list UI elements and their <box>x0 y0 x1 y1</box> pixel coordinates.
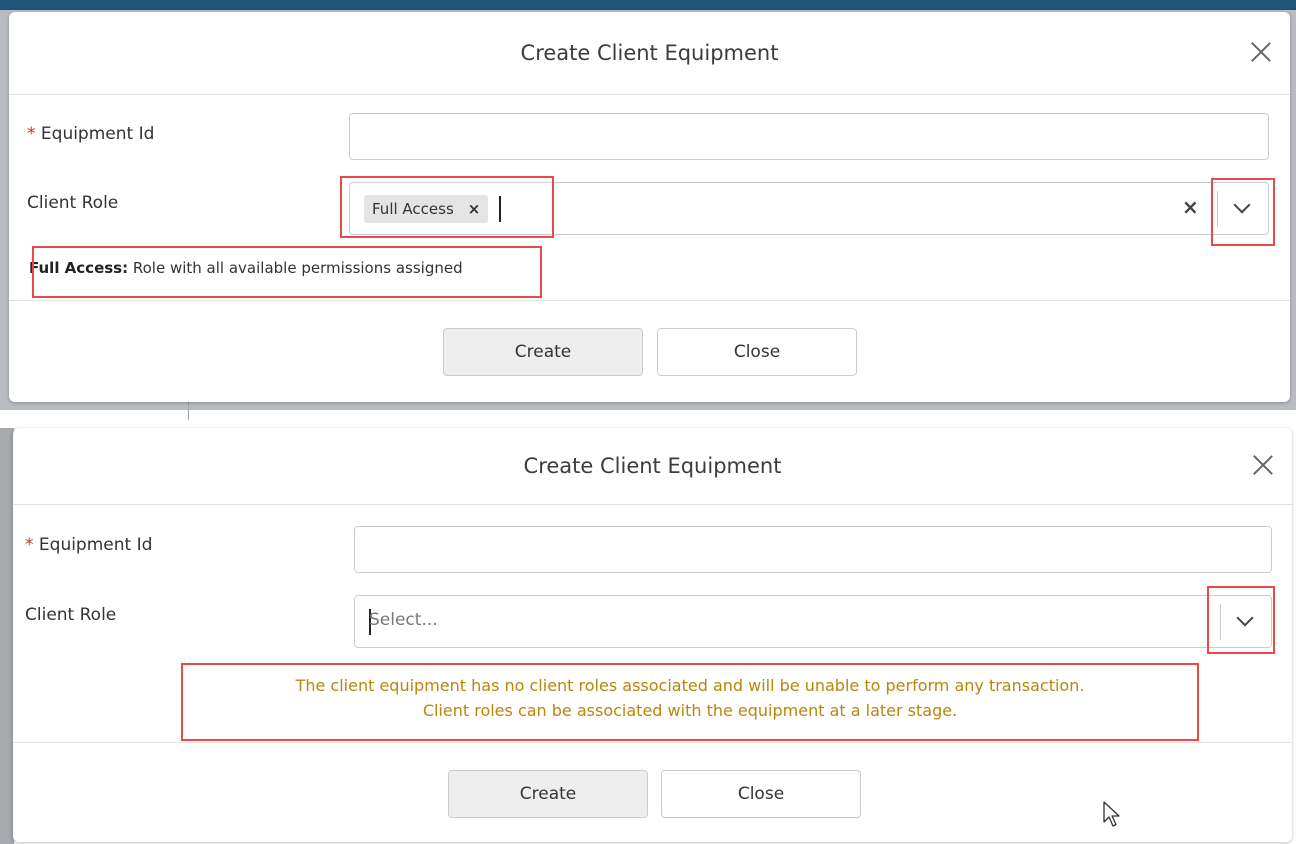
role-description-text: Role with all available permissions assi… <box>128 259 463 277</box>
equipment-id-input[interactable] <box>354 526 1272 573</box>
client-role-select[interactable]: Full Access × × <box>349 182 1269 235</box>
dialog-header: Create Client Equipment <box>13 428 1292 505</box>
close-icon[interactable] <box>1250 41 1272 63</box>
no-roles-warning: The client equipment has no client roles… <box>181 673 1199 723</box>
mouse-pointer-icon <box>1103 801 1120 827</box>
chevron-down-icon[interactable] <box>1236 609 1254 627</box>
role-description-name: Full Access: <box>29 259 129 277</box>
select-separator <box>1217 191 1218 227</box>
close-icon[interactable] <box>1252 454 1274 476</box>
clear-icon[interactable]: × <box>1182 195 1199 219</box>
dialog-title: Create Client Equipment <box>520 41 779 65</box>
app-top-bar <box>0 0 1296 10</box>
equipment-id-label: * Equipment Id <box>27 124 155 144</box>
required-marker: * <box>27 124 36 144</box>
close-button[interactable]: Close <box>661 770 861 818</box>
equipment-id-label: * Equipment Id <box>25 535 153 555</box>
dialog-title: Create Client Equipment <box>523 454 782 478</box>
selected-role-chip: Full Access × <box>364 195 489 223</box>
role-description: Full Access: Role with all available per… <box>29 259 463 277</box>
select-placeholder: Select... <box>369 610 438 630</box>
create-button[interactable]: Create <box>443 328 643 376</box>
close-button[interactable]: Close <box>657 328 857 376</box>
required-marker: * <box>25 535 34 555</box>
create-button[interactable]: Create <box>448 770 648 818</box>
select-separator <box>1220 604 1221 640</box>
create-client-equipment-dialog: Create Client Equipment * Equipment Id C… <box>9 12 1290 402</box>
text-caret <box>499 196 501 222</box>
create-client-equipment-dialog-empty: Create Client Equipment * Equipment Id C… <box>12 428 1292 842</box>
dialog-footer: Create Close <box>9 300 1290 402</box>
client-role-label: Client Role <box>27 193 119 213</box>
chip-remove-icon[interactable]: × <box>468 200 481 218</box>
dialog-header: Create Client Equipment <box>9 12 1290 95</box>
client-role-label: Client Role <box>25 605 117 625</box>
warning-line-2: Client roles can be associated with the … <box>422 701 958 720</box>
equipment-id-input[interactable] <box>349 113 1269 160</box>
dialog-footer: Create Close <box>13 742 1292 842</box>
chevron-down-icon[interactable] <box>1233 196 1251 214</box>
chip-label: Full Access <box>372 200 454 218</box>
client-role-select[interactable]: Select... <box>354 595 1272 648</box>
warning-line-1: The client equipment has no client roles… <box>295 676 1085 695</box>
